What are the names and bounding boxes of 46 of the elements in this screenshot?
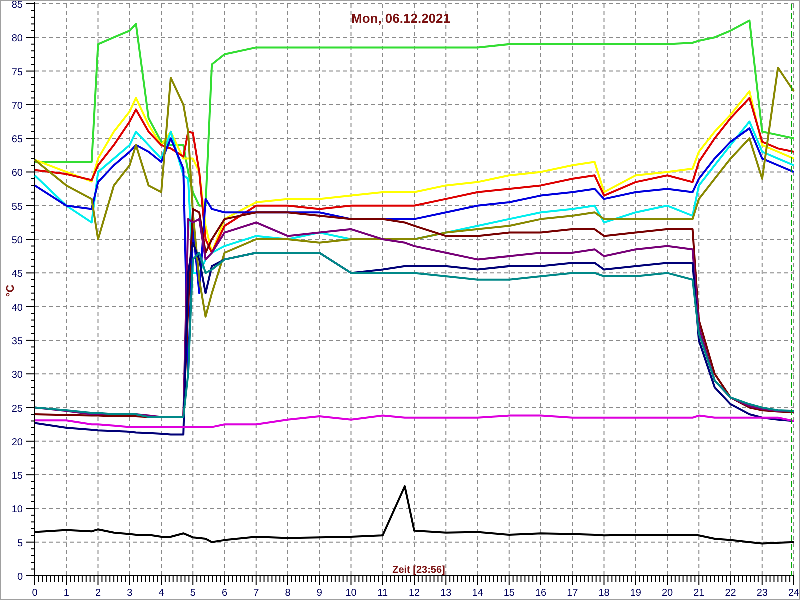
tick-label: 16 [535,588,547,599]
tick-label: 30 [12,370,23,382]
tick-label: 23 [756,588,768,599]
tick-label: 70 [12,100,23,112]
tick-label: 45 [12,269,23,280]
tick-label: 85 [12,1,23,11]
tick-label: 8 [285,588,291,599]
tick-label: 24 [788,588,799,599]
tick-label: 20 [12,437,23,448]
tick-label: 65 [12,134,23,146]
tick-label: 0 [32,588,38,599]
tick-label: 5 [17,538,23,550]
tick-label: 11 [378,588,388,599]
axis-label: Zeit [23:56] [392,565,446,576]
tick-label: 50 [12,236,23,247]
tick-label: 5 [190,588,196,599]
tick-label: 60 [12,168,23,180]
tick-label: 2 [95,588,102,599]
tick-label: 3 [127,588,133,599]
tick-label: 80 [12,34,23,45]
tick-label: 4 [158,588,164,599]
tick-label: 6 [222,588,228,599]
tick-label: 7 [254,588,260,599]
tick-label: 21 [694,588,705,599]
chart-title: Mon, 06.12.2021 [352,11,450,26]
tick-label: 15 [504,588,515,599]
tick-label: 9 [316,588,322,599]
tick-label: 15 [12,471,23,482]
tick-label: 25 [12,404,23,415]
tick-label: 13 [440,588,452,599]
axis-label: °C [5,284,17,298]
tick-label: 14 [472,588,484,599]
tick-label: 12 [408,588,420,599]
tick-label: 35 [12,336,23,348]
tick-label: 20 [662,588,674,599]
tick-label: 18 [598,588,610,599]
tick-label: 0 [17,572,23,583]
tick-label: 19 [630,588,642,599]
tick-label: 1 [64,588,70,599]
tick-label: 10 [346,588,357,599]
tick-label: 10 [12,504,23,516]
tick-label: 40 [12,302,23,314]
tick-label: 22 [725,588,736,599]
tick-label: 55 [12,202,23,213]
tick-label: 17 [567,588,578,599]
tick-label: 75 [12,67,23,78]
